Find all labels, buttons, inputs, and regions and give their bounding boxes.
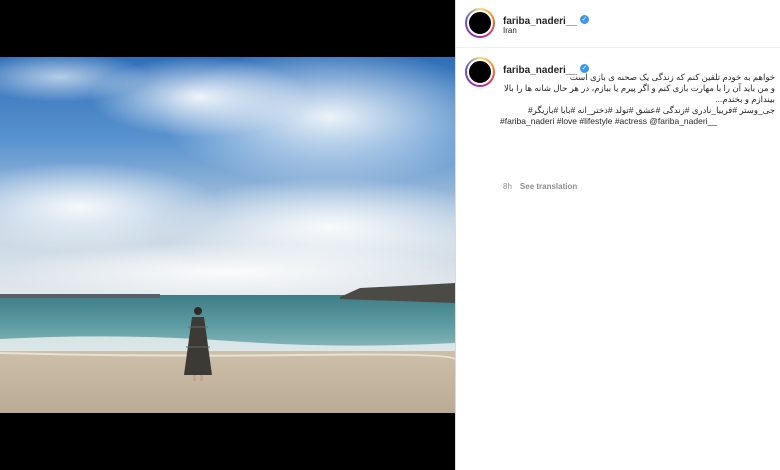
see-translation-link[interactable]: See translation: [520, 182, 577, 191]
beach-photo: [0, 57, 455, 413]
caption-hashtags-fa[interactable]: جی_وستر #فریبا_نادری #زندگی #عشق #تولد #…: [500, 105, 775, 116]
post-header: fariba_naderi__ ✓ Iran: [455, 0, 780, 48]
post-sidebar: fariba_naderi__ ✓ Iran fariba_naderi__ ✓ خ…: [455, 0, 780, 470]
caption-line: بیندازم و بخندم...: [715, 94, 775, 104]
divider: [455, 0, 456, 470]
post-time[interactable]: 8h: [503, 182, 512, 191]
verified-badge-icon: ✓: [579, 15, 589, 25]
caption-avatar[interactable]: [465, 57, 495, 87]
caption-line: خواهم به خودم تلقین کنم که زندگی یک صحنه…: [569, 72, 775, 82]
caption-line: و من باید آن را با مهارت بازی کنم و اگر …: [503, 83, 775, 93]
avatar-image: [467, 10, 493, 36]
avatar-image: [467, 59, 493, 85]
post-location[interactable]: Iran: [503, 26, 517, 35]
caption-text: خواهم به خودم تلقین کنم که زندگی یک صحنه…: [500, 72, 775, 127]
caption-hashtags-en[interactable]: #fariba_naderi #love #lifestyle #actress…: [500, 116, 775, 127]
post-media-pane: [0, 0, 455, 470]
caption-meta: 8h See translation: [503, 182, 577, 191]
author-avatar[interactable]: [465, 8, 495, 38]
post-photo[interactable]: [0, 57, 455, 413]
